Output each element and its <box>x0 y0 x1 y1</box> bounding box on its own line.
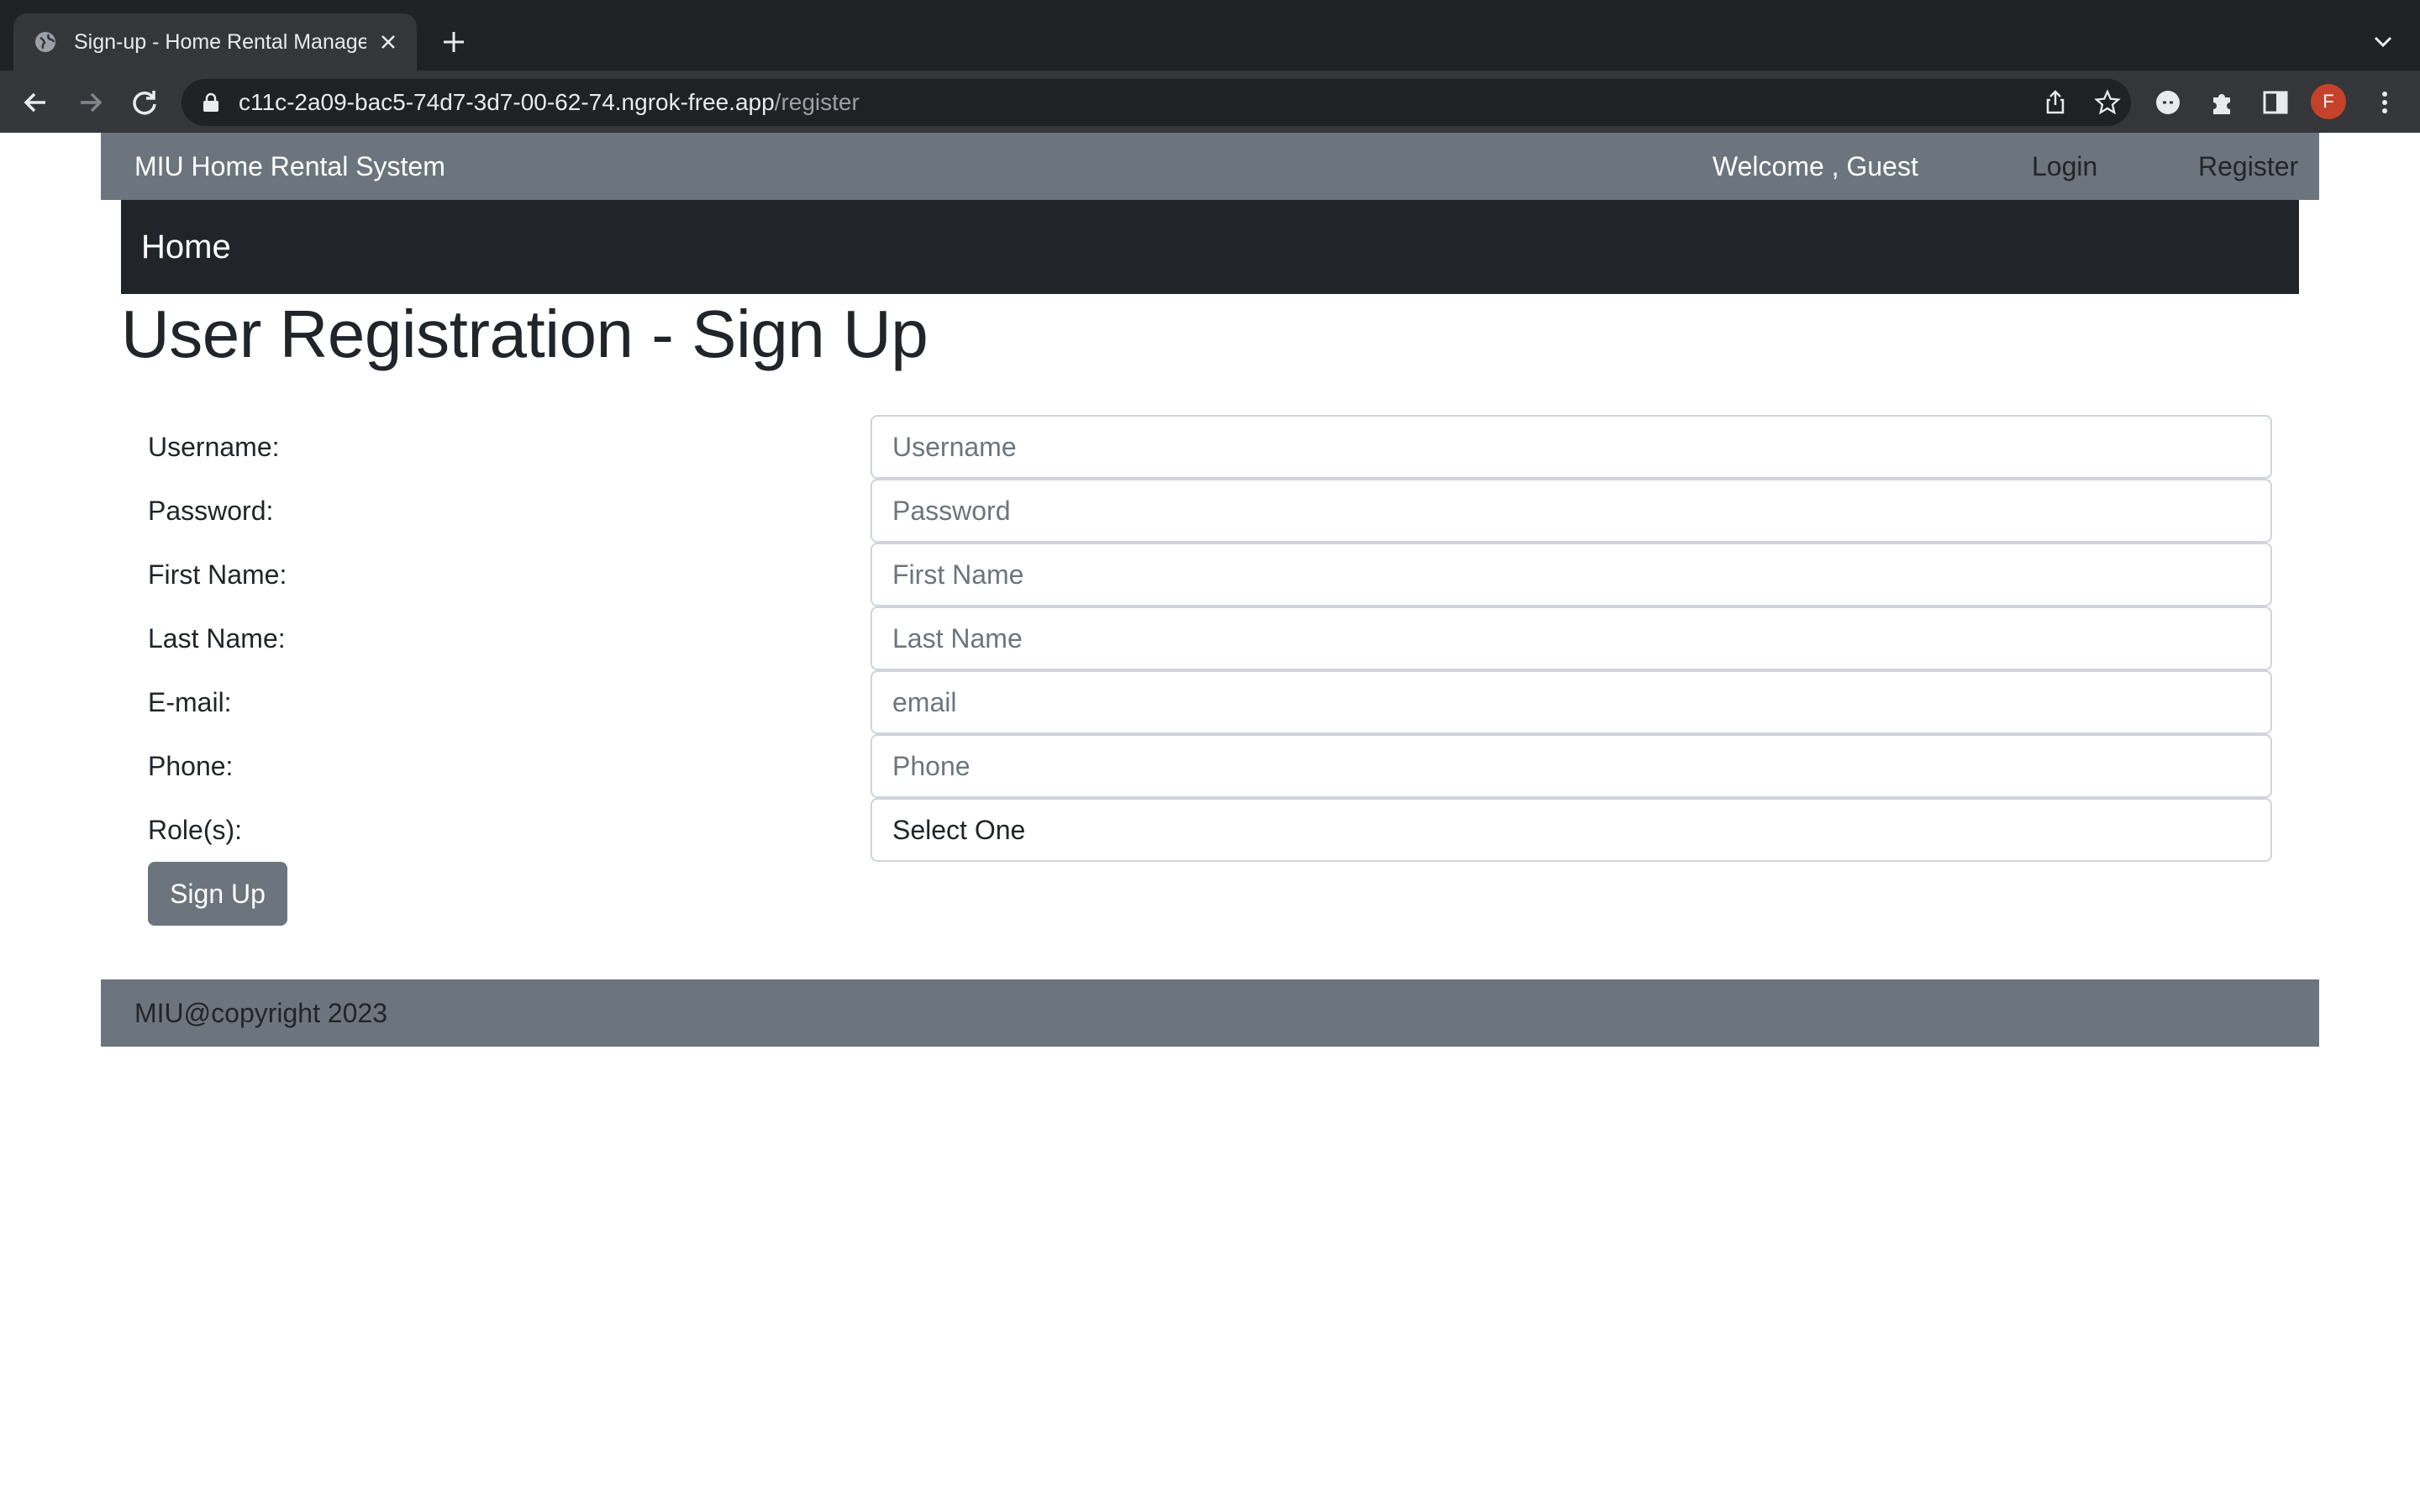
close-icon[interactable] <box>376 30 400 54</box>
secondary-nav: Home <box>121 200 2299 294</box>
tab-title: Sign-up - Home Rental Management <box>74 30 366 54</box>
password-label: Password: <box>148 496 274 526</box>
form-row-username: Username: <box>148 415 2272 479</box>
phone-label: Phone: <box>148 751 234 781</box>
avatar[interactable]: F <box>2311 84 2346 119</box>
sign-up-button[interactable]: Sign Up <box>148 862 287 926</box>
top-navbar: MIU Home Rental System Welcome , Guest L… <box>101 133 2319 200</box>
email-input[interactable] <box>871 670 2272 734</box>
home-link[interactable]: Home <box>141 200 231 294</box>
kebab-menu-icon[interactable] <box>2370 87 2400 118</box>
first-name-input[interactable] <box>871 543 2272 606</box>
last-name-label: Last Name: <box>148 623 286 654</box>
browser-toolbar: c11c-2a09-bac5-74d7-3d7-00-62-74.ngrok-f… <box>0 71 2420 134</box>
url-path: /register <box>774 89 860 115</box>
back-icon[interactable] <box>18 86 52 119</box>
forward-icon[interactable] <box>74 86 108 119</box>
copyright-text: MIU@copyright 2023 <box>134 998 388 1028</box>
phone-input[interactable] <box>871 734 2272 798</box>
form-row-phone: Phone: <box>148 734 2272 798</box>
share-icon[interactable] <box>2042 89 2069 116</box>
form-row-password: Password: <box>148 479 2272 543</box>
side-panel-icon[interactable] <box>2260 87 2291 118</box>
form-row-email: E-mail: <box>148 670 2272 734</box>
last-name-input[interactable] <box>871 606 2272 670</box>
brand-link[interactable]: MIU Home Rental System <box>134 133 445 200</box>
form-row-role: Role(s): Select One <box>148 798 2272 862</box>
globe-icon <box>35 32 55 52</box>
puzzle-icon[interactable] <box>2207 87 2237 118</box>
chevron-down-icon[interactable] <box>2370 30 2396 54</box>
login-link[interactable]: Login <box>2032 133 2097 200</box>
extension-icon[interactable] <box>2153 87 2183 118</box>
url-text: c11c-2a09-bac5-74d7-3d7-00-62-74.ngrok-f… <box>239 87 860 118</box>
welcome-text: Welcome , Guest <box>1712 151 1918 181</box>
page-content: MIU Home Rental System Welcome , Guest L… <box>0 133 2420 1512</box>
browser-tab[interactable]: Sign-up - Home Rental Management <box>13 13 417 71</box>
role-label: Role(s): <box>148 815 243 845</box>
role-select[interactable]: Select One <box>871 798 2272 862</box>
footer: MIU@copyright 2023 <box>101 979 2319 1047</box>
form-row-last-name: Last Name: <box>148 606 2272 670</box>
address-bar[interactable]: c11c-2a09-bac5-74d7-3d7-00-62-74.ngrok-f… <box>182 79 2131 126</box>
first-name-label: First Name: <box>148 559 287 590</box>
username-label: Username: <box>148 432 280 462</box>
url-host: c11c-2a09-bac5-74d7-3d7-00-62-74.ngrok-f… <box>239 89 775 115</box>
browser-tabstrip: Sign-up - Home Rental Management <box>0 0 2420 71</box>
page-title: User Registration - Sign Up <box>121 297 929 371</box>
password-input[interactable] <box>871 479 2272 543</box>
bookmark-star-icon[interactable] <box>2094 89 2121 116</box>
lock-icon[interactable] <box>202 92 220 113</box>
username-input[interactable] <box>871 415 2272 479</box>
register-link[interactable]: Register <box>2198 133 2298 200</box>
reload-icon[interactable] <box>128 86 161 119</box>
form-row-first-name: First Name: <box>148 543 2272 606</box>
email-label: E-mail: <box>148 687 232 717</box>
new-tab-icon[interactable] <box>440 29 467 55</box>
